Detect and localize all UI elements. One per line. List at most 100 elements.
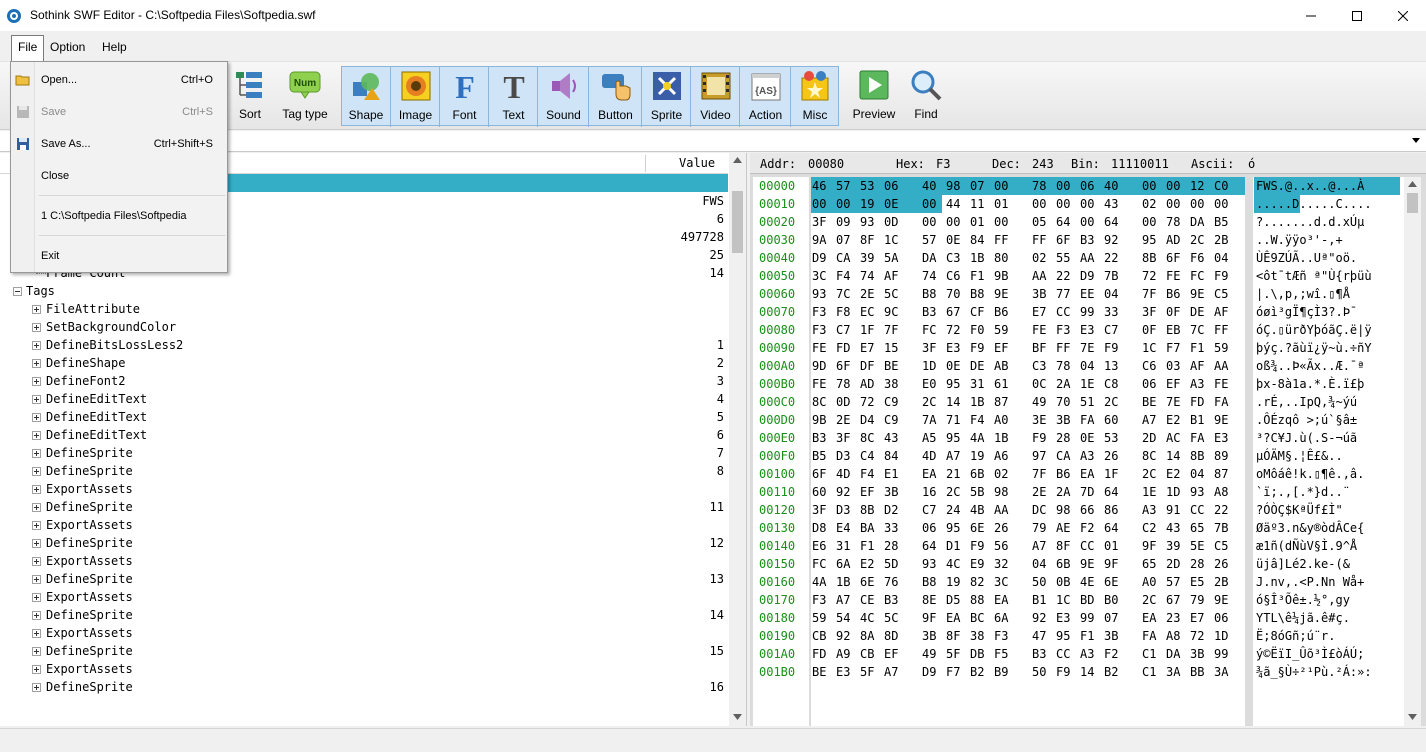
hex-byte[interactable]: 0D <box>884 213 898 231</box>
hex-byte[interactable]: 55 <box>1056 249 1070 267</box>
hex-byte[interactable]: E4 <box>836 519 850 537</box>
hex-byte[interactable]: 19 <box>946 573 960 591</box>
hex-byte[interactable]: 46 <box>812 177 826 195</box>
hex-byte[interactable]: 57 <box>836 177 850 195</box>
hex-byte[interactable]: 01 <box>994 195 1008 213</box>
hex-byte[interactable]: 57 <box>922 231 936 249</box>
hex-byte[interactable]: EA <box>946 609 960 627</box>
hex-byte[interactable]: 06 <box>884 177 898 195</box>
hex-byte[interactable]: D3 <box>836 447 850 465</box>
hex-row[interactable]: 00150 FC 6A E2 5D 93 4C E9 32 04 6B 9E 9F 65 2D 28 26 üjâ… <box>750 555 1406 573</box>
hex-byte[interactable]: 3F <box>1142 303 1156 321</box>
hex-byte[interactable]: 22 <box>1214 501 1228 519</box>
hex-byte[interactable]: 38 <box>970 627 984 645</box>
hex-byte[interactable]: A7 <box>1032 537 1046 555</box>
hex-byte[interactable]: 6E <box>970 519 984 537</box>
hex-byte[interactable]: B3 <box>884 591 898 609</box>
hex-byte[interactable]: F2 <box>1080 519 1094 537</box>
hex-byte[interactable]: EA <box>922 465 936 483</box>
tree-row[interactable]: DefineSprite 8 <box>0 462 728 480</box>
hex-byte[interactable]: 3F <box>836 429 850 447</box>
hex-byte[interactable]: 00 <box>1190 195 1204 213</box>
hex-byte[interactable]: B5 <box>812 447 826 465</box>
tree-row[interactable]: ExportAssets <box>0 516 728 534</box>
hex-byte[interactable]: 79 <box>1032 519 1046 537</box>
hex-byte[interactable]: B2 <box>970 663 984 681</box>
hex-byte[interactable]: DA <box>1190 213 1204 231</box>
hex-byte[interactable]: AB <box>994 357 1008 375</box>
hex-byte[interactable]: C7 <box>1104 321 1118 339</box>
hex-byte[interactable]: 6E <box>1104 573 1118 591</box>
hex-byte[interactable]: B3 <box>922 303 936 321</box>
hex-byte[interactable]: B3 <box>1032 645 1046 663</box>
expand-icon[interactable] <box>32 413 41 422</box>
hex-byte[interactable]: 00 <box>994 213 1008 231</box>
hex-byte[interactable]: 07 <box>970 177 984 195</box>
hex-byte[interactable]: 6F <box>1056 231 1070 249</box>
expand-icon[interactable] <box>32 521 41 530</box>
hex-byte[interactable]: 7D <box>1080 483 1094 501</box>
hex-byte[interactable]: D5 <box>946 591 960 609</box>
hex-byte[interactable]: 87 <box>1214 465 1228 483</box>
hex-byte[interactable]: 3C <box>994 573 1008 591</box>
hex-byte[interactable]: 00 <box>1080 195 1094 213</box>
hex-byte[interactable]: 9D <box>812 357 826 375</box>
hex-byte[interactable]: 7E <box>1080 339 1094 357</box>
hex-byte[interactable]: 8B <box>1142 249 1156 267</box>
hex-byte[interactable]: BF <box>1032 339 1046 357</box>
hex-row[interactable]: 000A0 9D 6F DF BE 1D 0E DE AB C3 78 04 13 C6 03 AF AA oß¾… <box>750 357 1406 375</box>
hex-byte[interactable]: 06 <box>1214 609 1228 627</box>
hex-byte[interactable]: FF <box>1032 231 1046 249</box>
hex-byte[interactable]: 3F <box>812 213 826 231</box>
tree-row[interactable]: DefineSprite 15 <box>0 642 728 660</box>
hex-byte[interactable]: 2A <box>1056 483 1070 501</box>
hex-byte[interactable]: FA <box>1080 411 1094 429</box>
hex-byte[interactable]: EF <box>860 483 874 501</box>
hex-byte[interactable]: 1F <box>860 321 874 339</box>
hex-row[interactable]: 00100 6F 4D F4 E1 EA 21 6B 02 7F B6 EA 1F 2C E2 04 87 oMô… <box>750 465 1406 483</box>
hex-byte[interactable]: 71 <box>946 411 960 429</box>
hex-byte[interactable]: E2 <box>860 555 874 573</box>
hex-byte[interactable]: 00 <box>1142 177 1156 195</box>
hex-byte[interactable]: 2C <box>1104 393 1118 411</box>
hex-byte[interactable]: 4A <box>812 573 826 591</box>
hex-byte[interactable]: 6F <box>812 465 826 483</box>
hex-byte[interactable]: 15 <box>884 339 898 357</box>
hex-byte[interactable]: 74 <box>860 267 874 285</box>
hex-byte[interactable]: 7F <box>1032 465 1046 483</box>
hex-byte[interactable]: 2B <box>1214 231 1228 249</box>
hex-byte[interactable]: 7F <box>884 321 898 339</box>
hex-byte[interactable]: 7E <box>1166 393 1180 411</box>
hex-byte[interactable]: 8C <box>860 429 874 447</box>
hex-byte[interactable]: 00 <box>1166 195 1180 213</box>
hex-byte[interactable]: B8 <box>970 285 984 303</box>
hex-byte[interactable]: 0C <box>1032 375 1046 393</box>
hex-byte[interactable]: F1 <box>970 267 984 285</box>
hex-byte[interactable]: AA <box>1032 267 1046 285</box>
hex-byte[interactable]: D3 <box>836 501 850 519</box>
hex-byte[interactable]: B3 <box>1080 231 1094 249</box>
hex-byte[interactable]: EF <box>1166 375 1180 393</box>
hex-byte[interactable]: 38 <box>884 375 898 393</box>
hex-byte[interactable]: FA <box>1190 429 1204 447</box>
hex-byte[interactable]: 16 <box>922 483 936 501</box>
hex-byte[interactable]: 9E <box>994 285 1008 303</box>
hex-byte[interactable]: 93 <box>1190 483 1204 501</box>
hex-row[interactable]: 00110 60 92 EF 3B 16 2C 5B 98 2E 2A 7D 64 1E 1D 93 A8 `ï;… <box>750 483 1406 501</box>
expand-icon[interactable] <box>32 323 41 332</box>
hex-byte[interactable]: FE <box>812 339 826 357</box>
hex-byte[interactable]: 39 <box>1166 537 1180 555</box>
hex-byte[interactable]: FD <box>812 645 826 663</box>
tag-type-button[interactable]: Num Tag type <box>277 66 333 126</box>
hex-byte[interactable]: 93 <box>860 213 874 231</box>
hex-byte[interactable]: 9B <box>812 411 826 429</box>
hex-byte[interactable]: 00 <box>922 195 936 213</box>
hex-byte[interactable]: 7A <box>922 411 936 429</box>
hex-byte[interactable]: 00 <box>994 177 1008 195</box>
hex-byte[interactable]: 72 <box>860 393 874 411</box>
hex-byte[interactable]: CE <box>860 591 874 609</box>
tree-scrollbar[interactable] <box>729 153 746 726</box>
hex-byte[interactable]: DB <box>970 645 984 663</box>
hex-byte[interactable]: E3 <box>1056 609 1070 627</box>
sprite-button[interactable]: Sprite <box>643 67 691 127</box>
